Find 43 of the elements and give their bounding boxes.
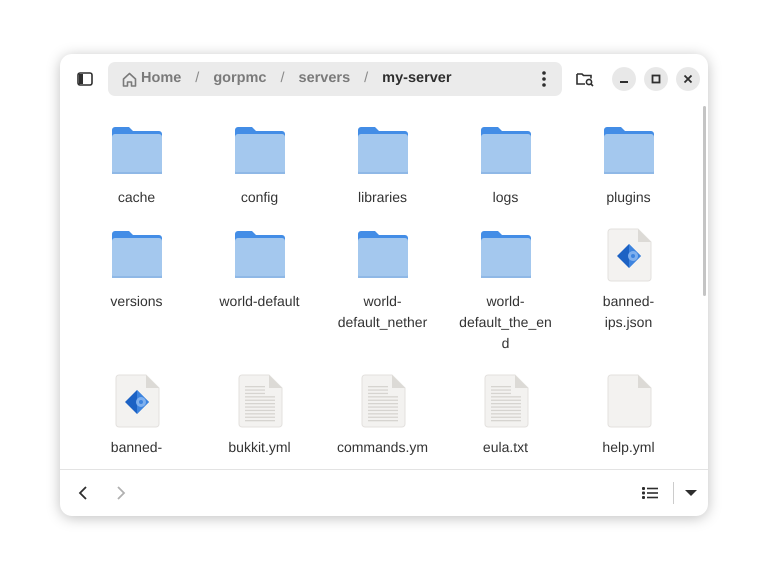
file-item[interactable]: libraries: [321, 124, 444, 208]
folder-search-icon: [576, 71, 594, 87]
json-file-icon: [114, 374, 160, 428]
text-file-icon: [236, 374, 282, 428]
forward-icon: [116, 485, 126, 501]
breadcrumb[interactable]: my-server: [378, 68, 456, 90]
scrollbar[interactable]: [703, 106, 706, 296]
maximize-icon: [651, 74, 661, 84]
list-icon: [642, 486, 658, 500]
file-item[interactable]: banned-ips.json: [567, 228, 690, 354]
breadcrumb[interactable]: servers: [294, 68, 354, 90]
file-item[interactable]: world-default_the_end: [444, 228, 567, 354]
file-item[interactable]: cache: [75, 124, 198, 208]
file-item[interactable]: banned-: [75, 374, 198, 458]
file-item[interactable]: help.yml: [567, 374, 690, 458]
file-item[interactable]: commands.ym: [321, 374, 444, 458]
caret-icon: [685, 489, 697, 497]
file-item[interactable]: world-default: [198, 228, 321, 354]
breadcrumb[interactable]: gorpmc: [209, 68, 270, 90]
sidebar-icon: [77, 72, 93, 86]
path-separator: /: [194, 69, 200, 88]
back-icon: [78, 485, 88, 501]
text-file-icon: [482, 374, 528, 428]
file-item[interactable]: config: [198, 124, 321, 208]
home-icon: [122, 72, 137, 86]
more-icon: [542, 71, 546, 87]
file-item[interactable]: world-default_nether: [321, 228, 444, 354]
minimize-icon: [620, 81, 628, 83]
close-icon: [683, 74, 693, 84]
path-separator: /: [280, 69, 286, 88]
file-item[interactable]: plugins: [567, 124, 690, 208]
path-separator: /: [363, 69, 370, 88]
file-item[interactable]: logs: [444, 124, 567, 208]
breadcrumb[interactable]: Home: [118, 68, 186, 90]
json-file-icon: [606, 228, 652, 282]
file-icon: [606, 374, 652, 428]
minimize-button[interactable]: [612, 67, 636, 91]
file-item[interactable]: eula.txt: [444, 374, 567, 458]
file-item[interactable]: bukkit.yml: [198, 374, 321, 458]
file-item[interactable]: versions: [75, 228, 198, 354]
text-file-icon: [360, 374, 406, 428]
close-button[interactable]: [676, 67, 700, 91]
maximize-button[interactable]: [644, 67, 668, 91]
